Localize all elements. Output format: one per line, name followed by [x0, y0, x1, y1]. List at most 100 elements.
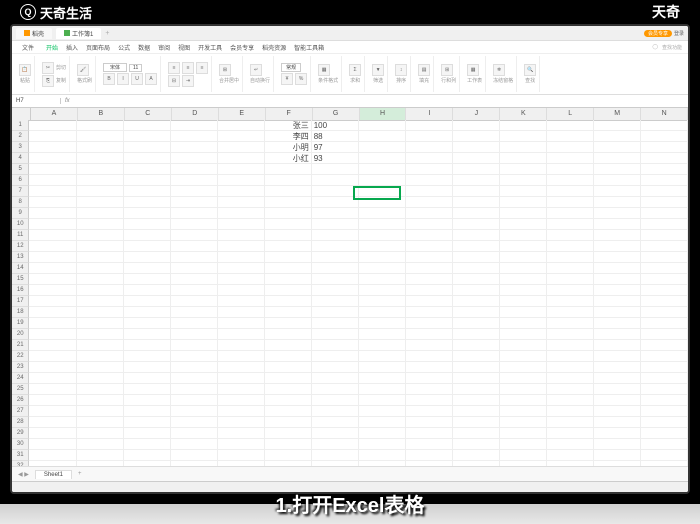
cell[interactable] [171, 175, 218, 186]
cell[interactable] [124, 296, 171, 307]
cell[interactable] [641, 351, 688, 362]
cell[interactable] [312, 428, 359, 439]
cell[interactable] [312, 450, 359, 461]
cell[interactable] [406, 318, 453, 329]
cell[interactable] [406, 252, 453, 263]
cell[interactable] [406, 285, 453, 296]
cell[interactable] [594, 329, 641, 340]
cell[interactable] [594, 417, 641, 428]
cell[interactable] [77, 329, 124, 340]
cell[interactable] [406, 131, 453, 142]
cell[interactable] [124, 340, 171, 351]
row-header[interactable]: 23 [12, 362, 29, 373]
row-header[interactable]: 16 [12, 285, 29, 296]
cell[interactable] [29, 175, 76, 186]
cell[interactable] [124, 142, 171, 153]
cell[interactable] [171, 450, 218, 461]
tab-workbook[interactable]: 工作簿1 [56, 28, 101, 39]
cell[interactable] [547, 307, 594, 318]
cell[interactable] [641, 428, 688, 439]
cell[interactable] [29, 318, 76, 329]
cell[interactable] [547, 296, 594, 307]
row-header[interactable]: 15 [12, 274, 29, 285]
cell[interactable] [218, 406, 265, 417]
cell[interactable] [218, 175, 265, 186]
menu-view[interactable]: 视图 [178, 43, 190, 52]
cell[interactable] [171, 120, 218, 131]
cell[interactable] [77, 461, 124, 466]
cell[interactable] [29, 428, 76, 439]
cell[interactable] [453, 219, 500, 230]
cell[interactable] [171, 296, 218, 307]
cell[interactable] [29, 362, 76, 373]
cell[interactable] [265, 263, 312, 274]
cell[interactable] [171, 351, 218, 362]
cell[interactable] [124, 186, 171, 197]
cell[interactable] [359, 285, 406, 296]
cell[interactable] [29, 450, 76, 461]
cell[interactable] [453, 120, 500, 131]
cell[interactable] [218, 307, 265, 318]
indent-icon[interactable]: ⇥ [182, 75, 194, 87]
font-select[interactable]: 宋体 [103, 63, 127, 72]
cell[interactable] [641, 318, 688, 329]
cell[interactable] [641, 219, 688, 230]
cell[interactable] [406, 340, 453, 351]
cell[interactable] [124, 219, 171, 230]
cell[interactable] [77, 186, 124, 197]
menu-start[interactable]: 开始 [46, 43, 58, 52]
cell[interactable] [218, 439, 265, 450]
cell[interactable] [500, 318, 547, 329]
merge-icon[interactable]: ⊞ [219, 64, 231, 76]
cell[interactable] [265, 395, 312, 406]
new-tab-button[interactable]: + [105, 30, 109, 37]
cut-icon[interactable]: ✂ [42, 62, 54, 74]
cell[interactable] [29, 406, 76, 417]
cell[interactable] [218, 219, 265, 230]
cell[interactable] [124, 439, 171, 450]
cell[interactable] [29, 351, 76, 362]
cell[interactable] [265, 164, 312, 175]
cell[interactable] [171, 153, 218, 164]
cell[interactable] [77, 131, 124, 142]
cell[interactable] [359, 417, 406, 428]
col-J[interactable]: J [453, 108, 500, 120]
cell[interactable] [594, 120, 641, 131]
cell[interactable] [406, 241, 453, 252]
cell[interactable] [594, 219, 641, 230]
cell[interactable] [265, 428, 312, 439]
cell[interactable] [547, 241, 594, 252]
cell[interactable] [641, 241, 688, 252]
cell[interactable] [265, 175, 312, 186]
cell[interactable] [406, 351, 453, 362]
cell[interactable] [171, 461, 218, 466]
cell[interactable] [453, 186, 500, 197]
cell[interactable] [406, 142, 453, 153]
row-header[interactable]: 2 [12, 131, 29, 142]
cell[interactable] [218, 461, 265, 466]
cell[interactable] [406, 329, 453, 340]
cell[interactable] [171, 307, 218, 318]
cell[interactable] [547, 417, 594, 428]
cell[interactable] [218, 296, 265, 307]
cell[interactable] [641, 406, 688, 417]
cell[interactable] [265, 208, 312, 219]
percent-icon[interactable]: % [295, 73, 307, 85]
size-select[interactable]: 11 [129, 64, 142, 72]
cell[interactable] [124, 461, 171, 466]
cell[interactable] [77, 197, 124, 208]
cell[interactable] [547, 230, 594, 241]
cell[interactable] [265, 450, 312, 461]
cell[interactable] [265, 274, 312, 285]
row-header[interactable]: 24 [12, 373, 29, 384]
format-painter-icon[interactable]: 🖌 [77, 64, 89, 76]
cell[interactable] [77, 362, 124, 373]
cell[interactable] [218, 208, 265, 219]
cell[interactable] [594, 175, 641, 186]
cell[interactable] [359, 164, 406, 175]
cell[interactable] [312, 197, 359, 208]
cell[interactable] [312, 417, 359, 428]
cell[interactable] [453, 384, 500, 395]
cell[interactable] [312, 219, 359, 230]
cell[interactable] [500, 241, 547, 252]
